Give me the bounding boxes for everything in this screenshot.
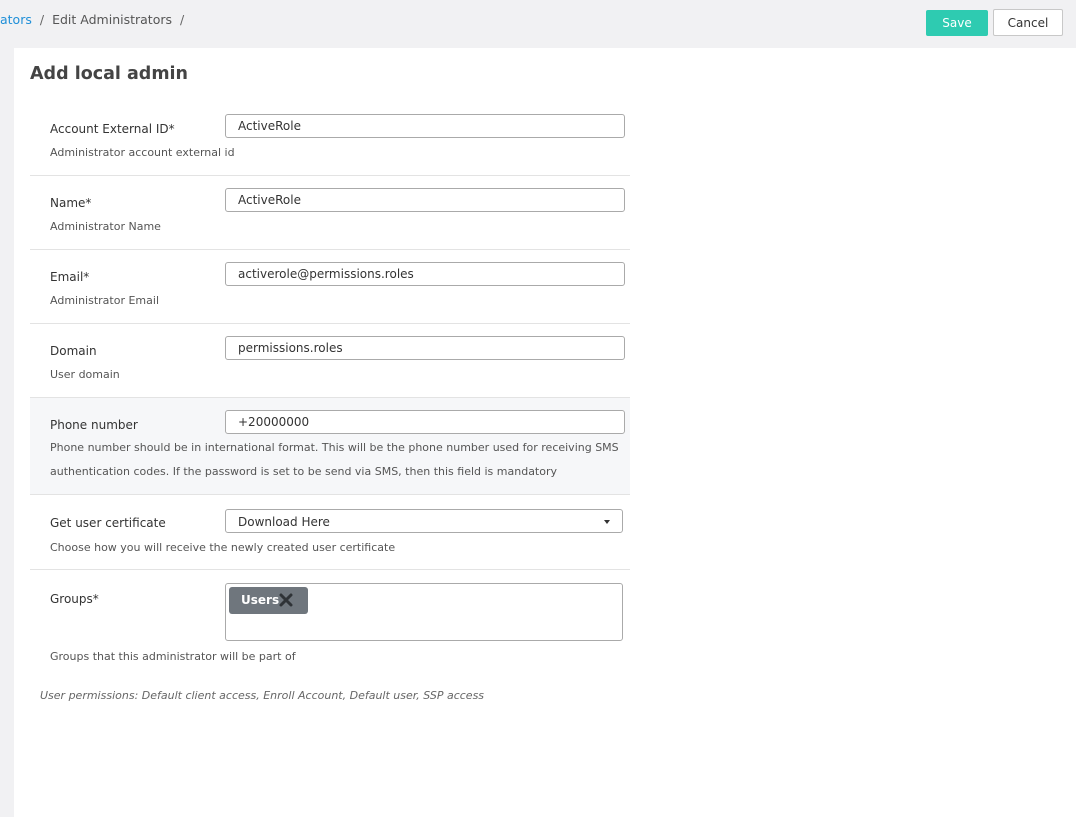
phone-description: Phone number should be in international … — [50, 441, 619, 478]
groups-tag-input[interactable]: Users — [225, 583, 623, 641]
account-id-description: Administrator account external id — [50, 146, 235, 159]
groups-row: Groups* Users Groups that this administr… — [30, 570, 630, 666]
form-panel: Add local admin Account External ID* Adm… — [14, 48, 1076, 817]
save-button[interactable]: Save — [926, 10, 988, 36]
name-description: Administrator Name — [50, 220, 161, 233]
groups-label: Groups* — [50, 592, 99, 606]
chevron-down-icon — [604, 520, 610, 524]
permissions-note: User permissions: Default client access,… — [40, 689, 485, 702]
domain-label: Domain — [50, 344, 97, 358]
name-label: Name* — [50, 196, 92, 210]
certificate-select-value: Download Here — [238, 515, 330, 529]
group-tag-label: Users — [241, 593, 280, 607]
email-label: Email* — [50, 270, 90, 284]
groups-description: Groups that this administrator will be p… — [50, 650, 296, 663]
email-description: Administrator Email — [50, 294, 160, 307]
breadcrumb-current: Edit Administrators — [52, 12, 172, 27]
domain-input[interactable] — [225, 336, 625, 360]
domain-row: Domain User domain — [30, 324, 630, 398]
phone-input[interactable] — [225, 410, 625, 434]
breadcrumb-separator: / — [39, 12, 45, 27]
cancel-button[interactable]: Cancel — [993, 9, 1063, 36]
phone-row: Phone number Phone number should be in i… — [30, 398, 630, 495]
group-tag: Users — [229, 587, 308, 614]
breadcrumb-separator: / — [180, 12, 185, 27]
certificate-label: Get user certificate — [50, 516, 166, 530]
certificate-select[interactable]: Download Here — [225, 509, 623, 533]
page-title: Add local admin — [30, 64, 189, 84]
account-id-input[interactable] — [225, 114, 625, 138]
domain-description: User domain — [50, 368, 120, 381]
name-row: Name* Administrator Name — [30, 176, 630, 250]
certificate-description: Choose how you will receive the newly cr… — [50, 541, 396, 554]
breadcrumb: ators / Edit Administrators / — [0, 12, 192, 27]
certificate-row: Get user certificate Download Here Choos… — [30, 495, 630, 570]
name-input[interactable] — [225, 188, 625, 212]
breadcrumb-link-administrators[interactable]: ators — [0, 12, 32, 27]
account-id-label: Account External ID* — [50, 122, 175, 136]
email-input[interactable] — [225, 262, 625, 286]
close-icon[interactable] — [278, 592, 294, 608]
email-row: Email* Administrator Email — [30, 250, 630, 324]
phone-label: Phone number — [50, 418, 138, 432]
account-id-row: Account External ID* Administrator accou… — [30, 104, 630, 176]
